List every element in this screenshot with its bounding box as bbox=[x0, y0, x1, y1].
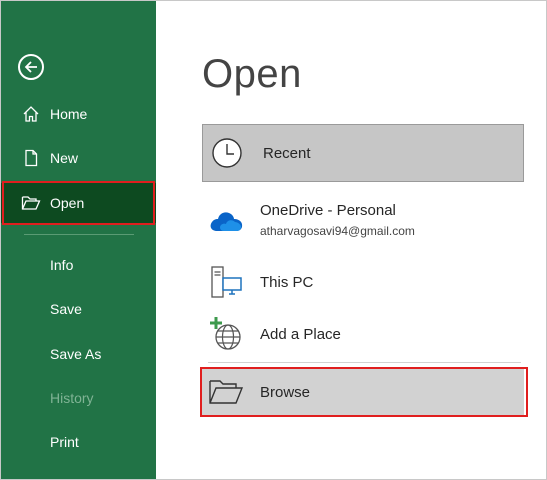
location-add-a-place[interactable]: Add a Place bbox=[202, 312, 524, 356]
nav-save-label: Save bbox=[50, 301, 82, 317]
page-title: Open bbox=[202, 52, 302, 96]
nav-home[interactable]: Home bbox=[0, 94, 156, 134]
location-this-pc-label: This PC bbox=[260, 273, 314, 291]
computer-icon bbox=[206, 262, 246, 302]
location-recent[interactable]: Recent bbox=[202, 124, 524, 182]
new-document-icon bbox=[20, 147, 42, 169]
clock-icon bbox=[207, 133, 247, 173]
nav-save[interactable]: Save bbox=[0, 289, 156, 329]
nav-new-label: New bbox=[50, 150, 79, 166]
nav-save-as[interactable]: Save As bbox=[0, 334, 156, 374]
onedrive-cloud-icon bbox=[206, 201, 246, 241]
nav-history: History bbox=[0, 378, 156, 418]
open-panel: Open Recent OneDrive - Personal atharvag… bbox=[156, 0, 547, 480]
nav-save-as-label: Save As bbox=[50, 346, 102, 362]
globe-add-icon bbox=[206, 314, 246, 354]
nav-print[interactable]: Print bbox=[0, 422, 156, 462]
back-arrow-icon[interactable] bbox=[18, 54, 44, 80]
location-onedrive-account: atharvagosavi94@gmail.com bbox=[260, 224, 415, 238]
locations-divider bbox=[208, 362, 521, 363]
nav-info[interactable]: Info bbox=[0, 245, 156, 285]
home-icon bbox=[20, 103, 42, 125]
sidebar-divider bbox=[24, 234, 134, 235]
location-onedrive-label: OneDrive - Personal bbox=[260, 202, 396, 219]
nav-history-label: History bbox=[50, 390, 94, 406]
location-onedrive[interactable]: OneDrive - Personal atharvagosavi94@gmai… bbox=[202, 196, 524, 246]
location-this-pc[interactable]: This PC bbox=[202, 260, 524, 304]
location-recent-label: Recent bbox=[263, 144, 311, 162]
nav-print-label: Print bbox=[50, 434, 79, 450]
backstage-sidebar: Home New Open Info Save Save As History … bbox=[0, 0, 156, 480]
location-add-a-place-label: Add a Place bbox=[260, 325, 341, 343]
nav-info-label: Info bbox=[50, 257, 74, 273]
open-highlight-box bbox=[2, 181, 155, 225]
nav-home-label: Home bbox=[50, 106, 88, 122]
nav-new[interactable]: New bbox=[0, 138, 156, 178]
browse-highlight-box bbox=[200, 367, 528, 417]
